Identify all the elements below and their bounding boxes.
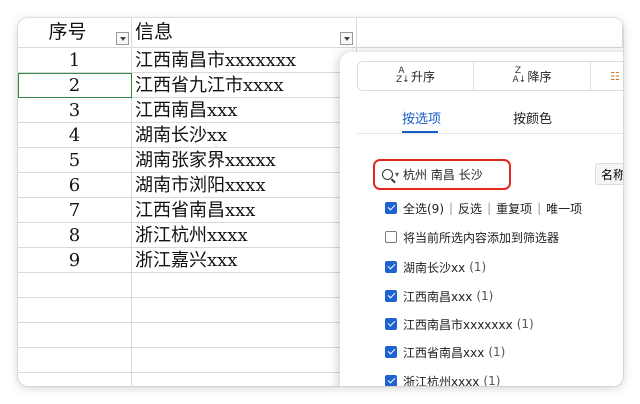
- empty-cell[interactable]: [18, 298, 132, 323]
- item-checkbox[interactable]: [385, 318, 397, 330]
- item-label: 江西南昌市xxxxxxx: [403, 317, 513, 332]
- select-all-checkbox[interactable]: [385, 202, 397, 214]
- item-label: 江西南昌xxx: [403, 289, 473, 304]
- unique-link[interactable]: 唯一项: [546, 200, 582, 217]
- sort-toolbar: A Z↓ 升序 Z A↓ 降序 ☷: [357, 61, 623, 91]
- sort-az-icon: A Z↓: [395, 66, 410, 85]
- empty-cell[interactable]: [132, 273, 357, 298]
- divider: |: [449, 201, 454, 215]
- window-frame: 序号 信息 1 江西南昌市xxxxxxx 2 江西省九江市xxxx 3 江西南昌…: [18, 18, 623, 386]
- col-header-info[interactable]: 信息: [132, 18, 357, 48]
- item-count: (1): [476, 289, 494, 303]
- sort-ascending-label: 升序: [410, 69, 435, 84]
- filter-tabs: 按选项 按颜色: [357, 100, 623, 134]
- col-header-info-label: 信息: [135, 21, 174, 43]
- table-row-cell-info[interactable]: 湖南张家界xxxxx: [132, 148, 357, 173]
- filter-search-input[interactable]: [403, 167, 504, 182]
- table-row-cell-info[interactable]: 江西南昌xxx: [132, 98, 357, 123]
- col-header-no-label: 序号: [48, 21, 87, 43]
- table-row-cell-info[interactable]: 湖南市浏阳xxxx: [132, 173, 357, 198]
- empty-cell[interactable]: [18, 323, 132, 348]
- empty-cell[interactable]: [132, 348, 357, 373]
- item-checkbox[interactable]: [385, 290, 397, 302]
- list-item[interactable]: 江西省南昌xxx (1): [385, 342, 505, 362]
- sort-by-name-button[interactable]: 名称 ↑: [595, 163, 623, 185]
- add-to-filter-label[interactable]: 将当前所选内容添加到筛选器: [403, 229, 559, 246]
- item-count: (1): [488, 345, 506, 359]
- divider: |: [487, 201, 492, 215]
- table-row-cell-no-selected[interactable]: 2: [18, 73, 132, 98]
- filter-panel: AZ↓ 升序 ZA↓ 降序 ☷ 按选项 按颜色 ▾ 名称 ↑: [340, 52, 623, 386]
- table-row-cell-info[interactable]: 湖南长沙xx: [132, 123, 357, 148]
- table-row-cell-no[interactable]: 5: [18, 148, 132, 173]
- empty-cell[interactable]: [18, 348, 132, 373]
- table-row-cell-no[interactable]: 8: [18, 223, 132, 248]
- table-row-cell-info[interactable]: 江西南昌市xxxxxxx: [132, 48, 357, 73]
- item-count: (1): [469, 260, 487, 274]
- select-all-label[interactable]: 全选(9): [403, 200, 444, 217]
- sort-descending-button[interactable]: Z A↓ 降序: [474, 61, 591, 91]
- empty-cell[interactable]: [132, 298, 357, 323]
- add-to-filter-row: 将当前所选内容添加到筛选器: [385, 227, 559, 247]
- item-checkbox[interactable]: [385, 375, 397, 386]
- list-item[interactable]: 江西南昌xxx (1): [385, 286, 493, 306]
- sort-descending-label: 降序: [527, 69, 552, 84]
- item-checkbox[interactable]: [385, 346, 397, 358]
- sort-custom-icon: ☷: [610, 69, 620, 83]
- item-label: 湖南长沙xx: [403, 260, 466, 275]
- table-row-cell-info[interactable]: 浙江嘉兴xxx: [132, 248, 357, 273]
- filter-search-box[interactable]: ▾: [373, 159, 511, 190]
- col-header-no[interactable]: 序号: [18, 18, 132, 48]
- list-item[interactable]: 湖南长沙xx (1): [385, 257, 486, 277]
- table-row-cell-no[interactable]: 7: [18, 198, 132, 223]
- sort-za-icon: Z A↓: [512, 66, 527, 85]
- search-icon: [382, 169, 393, 180]
- col-header-empty[interactable]: [357, 18, 623, 48]
- table-row-cell-no[interactable]: 1: [18, 48, 132, 73]
- table-row-cell-no[interactable]: 3: [18, 98, 132, 123]
- empty-cell[interactable]: [18, 273, 132, 298]
- empty-cell[interactable]: [132, 373, 357, 386]
- filter-dropdown-info-icon[interactable]: [340, 32, 353, 45]
- duplicates-link[interactable]: 重复项: [496, 200, 532, 217]
- empty-cell[interactable]: [132, 323, 357, 348]
- sort-custom-button[interactable]: ☷: [591, 61, 623, 91]
- active-tab-indicator: [402, 131, 438, 133]
- item-count: (1): [483, 374, 501, 386]
- filter-dropdown-no-icon[interactable]: [116, 32, 129, 45]
- list-item[interactable]: 江西南昌市xxxxxxx (1): [385, 314, 534, 334]
- item-label: 江西省南昌xxx: [403, 345, 485, 360]
- table-row-cell-no[interactable]: 4: [18, 123, 132, 148]
- table-row-cell-info[interactable]: 浙江杭州xxxx: [132, 223, 357, 248]
- table-row-cell-info[interactable]: 江西省南昌xxx: [132, 198, 357, 223]
- table-row-cell-no[interactable]: 6: [18, 173, 132, 198]
- item-checkbox[interactable]: [385, 261, 397, 273]
- tab-by-color[interactable]: 按颜色: [513, 108, 552, 127]
- divider: |: [537, 201, 542, 215]
- add-to-filter-checkbox[interactable]: [385, 231, 397, 243]
- tab-by-option[interactable]: 按选项: [402, 108, 441, 127]
- chevron-down-icon[interactable]: ▾: [395, 170, 399, 179]
- table-row-cell-info[interactable]: 江西省九江市xxxx: [132, 73, 357, 98]
- select-all-row: 全选(9) | 反选 | 重复项 | 唯一项: [385, 198, 582, 218]
- empty-cell[interactable]: [18, 373, 132, 386]
- table-row-cell-no[interactable]: 9: [18, 248, 132, 273]
- list-item[interactable]: 浙江杭州xxxx (1): [385, 371, 500, 386]
- item-label: 浙江杭州xxxx: [403, 374, 480, 387]
- item-count: (1): [516, 317, 534, 331]
- sort-ascending-button[interactable]: A Z↓ 升序: [357, 61, 474, 91]
- invert-selection-link[interactable]: 反选: [458, 200, 482, 217]
- sort-by-name-label: 名称 ↑: [601, 167, 623, 182]
